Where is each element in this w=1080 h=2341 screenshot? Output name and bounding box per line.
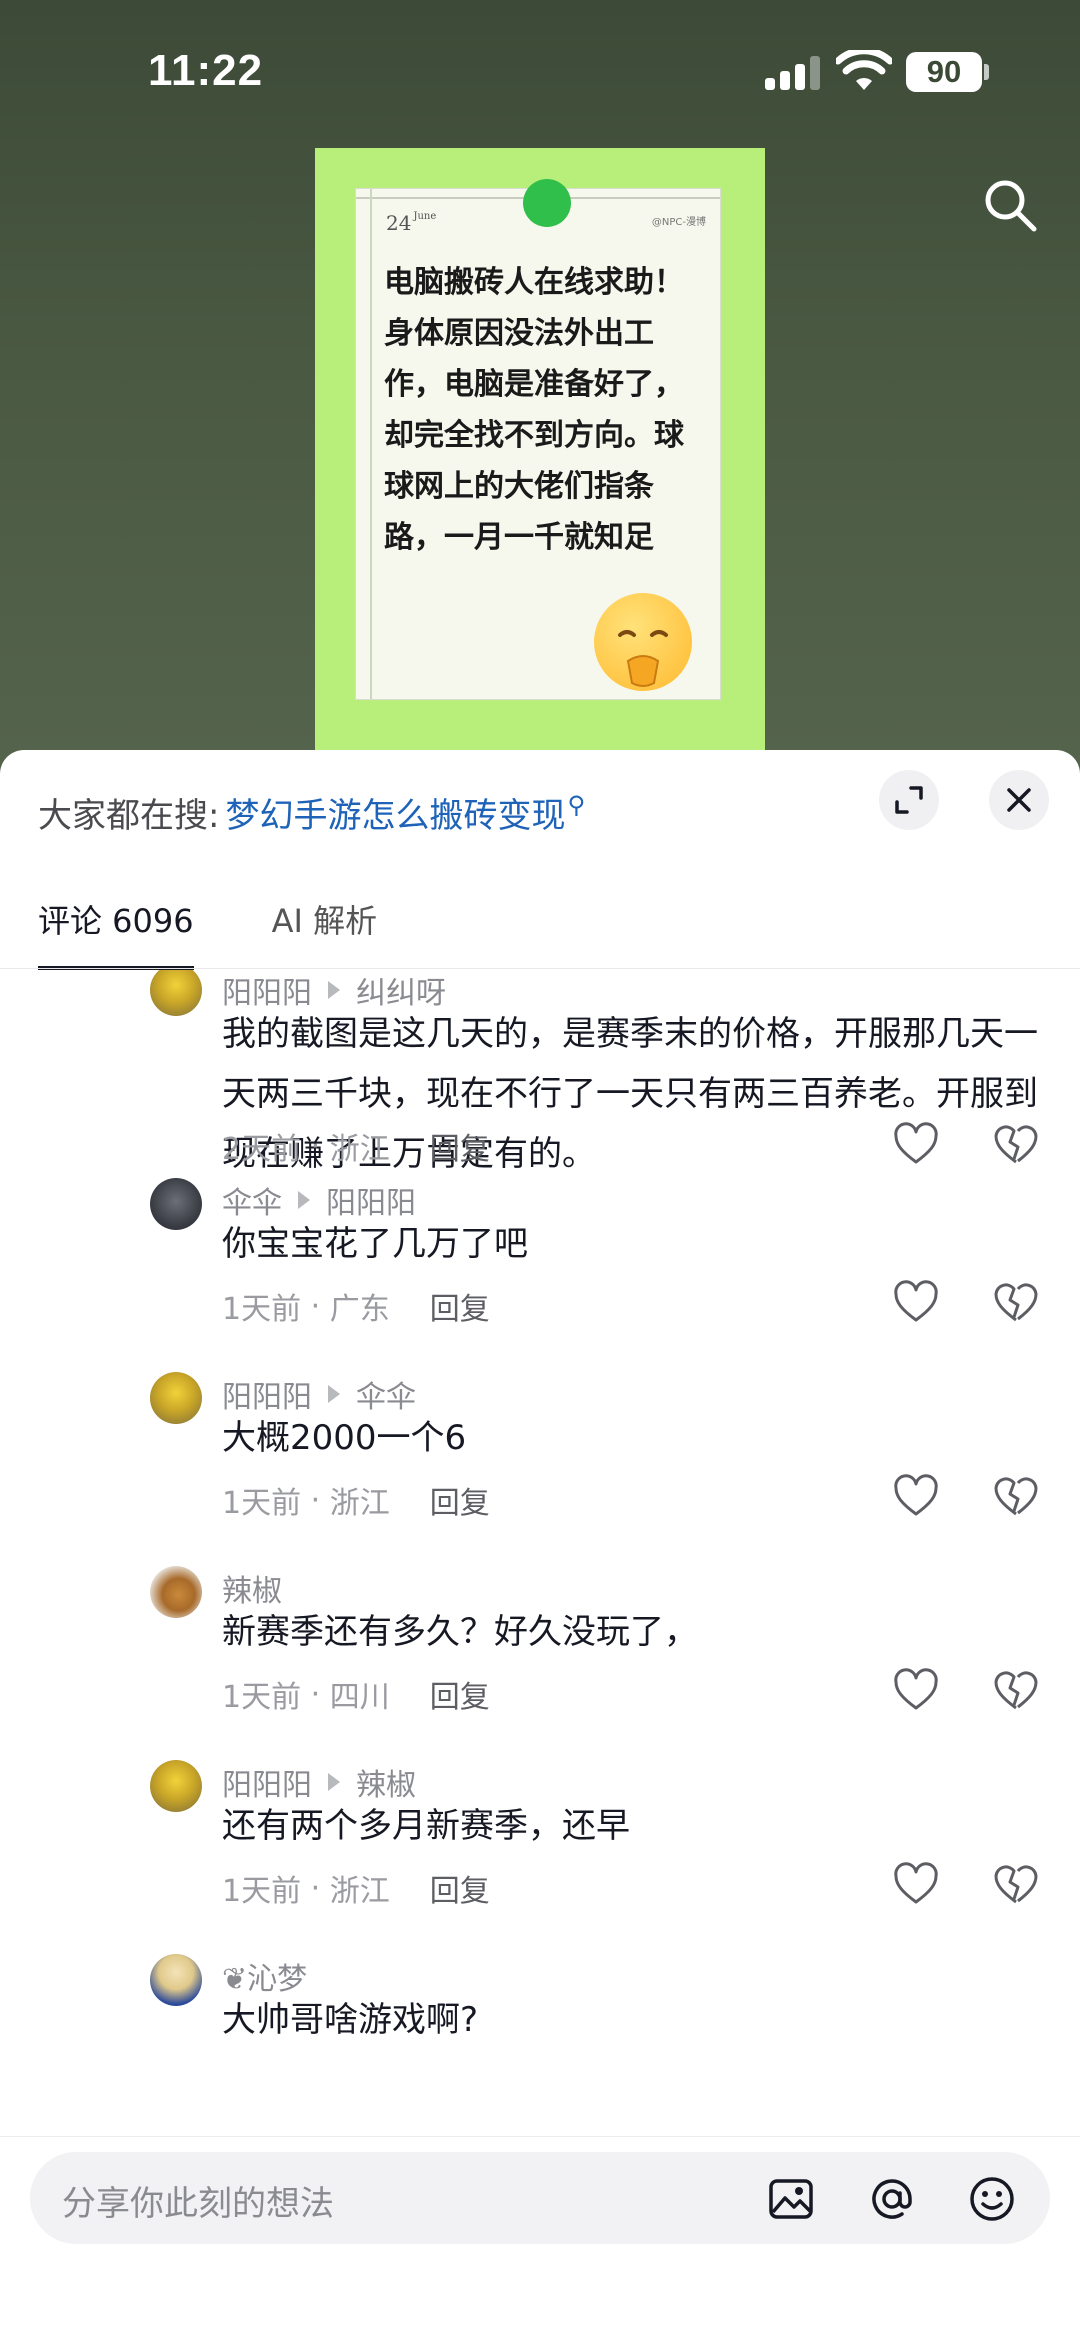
reply-time: 1天前 (222, 1680, 302, 1715)
expand-icon (895, 786, 923, 814)
avatar[interactable] (150, 1954, 202, 2006)
reply-button[interactable]: 回复 (430, 1866, 490, 1910)
reply-arrow-icon (328, 1385, 340, 1403)
reply-location: 浙江 (329, 1132, 390, 1167)
cellular-signal-icon (765, 56, 821, 90)
comment-input-bar[interactable]: 分享你此刻的想法 (30, 2152, 1050, 2244)
reply-button[interactable]: 回复 (430, 1124, 490, 1168)
meta-separator: · (301, 1128, 330, 1164)
avatar[interactable] (150, 970, 202, 1016)
post-text: 电脑搬砖人在线求助！身体原因没法外出工作，电脑是准备好了，却完全找不到方向。球球… (384, 265, 684, 555)
trending-label: 大家都在搜: (38, 796, 220, 836)
wifi-icon (836, 50, 892, 90)
reply-arrow-icon (328, 1773, 340, 1791)
status-bar: 11:22 90 (0, 0, 1080, 140)
reply-text: 大帅哥啥游戏啊? (222, 2000, 479, 2040)
small-search-icon: ⚲ (567, 790, 586, 819)
reply-text: 大概2000一个6 (222, 1418, 467, 1458)
like-heart-icon[interactable] (893, 1122, 939, 1168)
like-heart-icon[interactable] (893, 1474, 939, 1520)
status-time: 11:22 (148, 46, 264, 95)
reply-location: 浙江 (329, 1874, 390, 1909)
note-margin-line (370, 189, 372, 699)
note-handle: @NPC-漫博 (651, 217, 706, 228)
reply-time: 1天前 (222, 1874, 302, 1909)
avatar[interactable] (150, 1178, 202, 1230)
meta-separator: · (301, 1288, 330, 1324)
reply-text: 新赛季还有多久？好久没玩了， (222, 1612, 698, 1652)
reply-location: 四川 (329, 1680, 390, 1715)
input-divider (0, 2136, 1080, 2137)
battery-indicator: 90 (906, 52, 982, 92)
reply-text: 还有两个多月新赛季，还早 (222, 1806, 630, 1846)
mention-at-icon[interactable] (867, 2174, 917, 2224)
reply-location: 浙江 (329, 1486, 390, 1521)
pleading-face-emoji-icon (594, 593, 692, 691)
meta-separator: · (301, 1482, 330, 1518)
pin-icon (523, 179, 571, 227)
reply-button[interactable]: 回复 (430, 1284, 490, 1328)
like-heart-icon[interactable] (893, 1862, 939, 1908)
reply-arrow-icon (328, 981, 340, 999)
reply-text: 你宝宝花了几万了吧 (222, 1224, 528, 1264)
reply-time: 1天前 (222, 1486, 302, 1521)
close-icon (1007, 788, 1031, 812)
reply-time: 2天前 (222, 1132, 302, 1167)
avatar[interactable] (150, 1372, 202, 1424)
meta-separator: · (301, 1676, 330, 1712)
reply-button[interactable]: 回复 (430, 1672, 490, 1716)
reply-button[interactable]: 回复 (430, 1478, 490, 1522)
dislike-broken-heart-icon[interactable] (993, 1474, 1039, 1520)
tabs-divider (0, 968, 1080, 969)
battery-tip (984, 64, 989, 80)
like-heart-icon[interactable] (893, 1280, 939, 1326)
close-button[interactable] (989, 770, 1049, 830)
trending-query-link[interactable]: 梦幻手游怎么搬砖变现 (225, 788, 565, 837)
avatar[interactable] (150, 1760, 202, 1812)
post-image[interactable]: 24 June @NPC-漫博 电脑搬砖人在线求助！身体原因没法外出工作，电脑是准… (315, 148, 765, 793)
note-date: 24 June (386, 211, 437, 235)
emoji-icon[interactable] (967, 2174, 1017, 2224)
dislike-broken-heart-icon[interactable] (993, 1862, 1039, 1908)
comment-input[interactable]: 分享你此刻的想法 (62, 2176, 334, 2225)
image-icon[interactable] (766, 2174, 816, 2224)
tab-ai-analysis[interactable]: AI 解析 (272, 896, 378, 960)
note-date-month: June (413, 211, 437, 222)
search-icon[interactable] (980, 175, 1040, 235)
expand-button[interactable] (879, 770, 939, 830)
note-paper: 24 June @NPC-漫博 电脑搬砖人在线求助！身体原因没法外出工作，电脑是准… (355, 179, 721, 700)
reply-arrow-icon (298, 1191, 310, 1209)
comment-tabs: 评论 6096 AI 解析 (38, 896, 378, 970)
trending-search[interactable]: 大家都在搜: 梦幻手游怎么搬砖变现 ⚲ (38, 788, 585, 837)
reply-time: 1天前 (222, 1292, 302, 1327)
dislike-broken-heart-icon[interactable] (993, 1122, 1039, 1168)
reply-location: 广东 (329, 1292, 390, 1327)
like-heart-icon[interactable] (893, 1668, 939, 1714)
tab-comments[interactable]: 评论 6096 (38, 896, 194, 970)
dislike-broken-heart-icon[interactable] (993, 1668, 1039, 1714)
dislike-broken-heart-icon[interactable] (993, 1280, 1039, 1326)
meta-separator: · (301, 1870, 330, 1906)
avatar[interactable] (150, 1566, 202, 1618)
comment-sheet: 大家都在搜: 梦幻手游怎么搬砖变现 ⚲ 评论 6096 AI 解析 阳阳阳 纠纠… (0, 750, 1080, 2341)
comment-list[interactable]: 阳阳阳 纠纠呀 我的截图是这几天的，是赛季末的价格，开服那几天一天两三千块，现在… (0, 970, 1080, 2084)
